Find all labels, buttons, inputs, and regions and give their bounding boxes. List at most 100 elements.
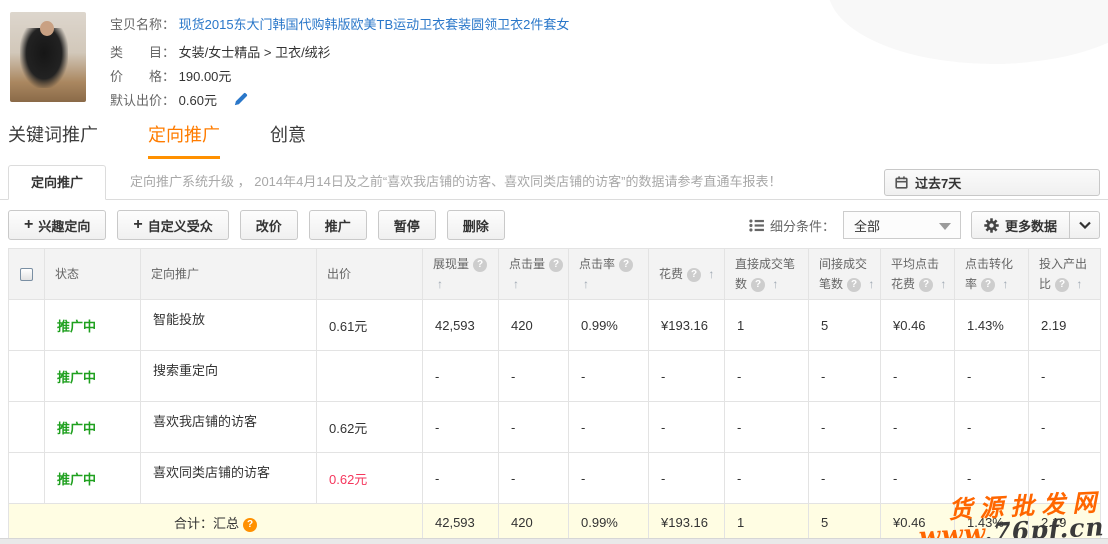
ctr-cell: 0.99% — [568, 299, 649, 351]
col-header-clicks[interactable]: 点击量? ↑ — [498, 248, 569, 300]
col-header-impressions[interactable]: 展现量? ↑ — [422, 248, 499, 300]
bid-cell[interactable]: 0.62元 — [316, 401, 423, 453]
col-header-avg-click-cost[interactable]: 平均点击花费? ↑ — [880, 248, 955, 300]
filter-select[interactable]: 全部 — [842, 211, 961, 239]
cost-cell: - — [648, 401, 725, 453]
help-icon[interactable]: ? — [473, 258, 488, 272]
tab-creative[interactable]: 创意 — [270, 121, 306, 159]
add-interest-targeting-button[interactable]: + 兴趣定向 — [8, 210, 107, 240]
indirect-deals-total: 5 — [808, 503, 881, 541]
ctr-cell: - — [568, 350, 649, 402]
help-icon[interactable]: ? — [751, 278, 766, 292]
summary-row: 合计：汇总? 42,593 420 0.99% ¥193.16 1 5 ¥0.4… — [8, 503, 1101, 541]
product-thumbnail[interactable] — [10, 12, 86, 102]
delete-button[interactable]: 删除 — [446, 210, 505, 240]
avg-click-cost-cell: - — [880, 452, 955, 504]
conversion-rate-total: 1.43% — [954, 503, 1029, 541]
indirect-deals-cell: - — [808, 452, 881, 504]
col-header-conversion-rate[interactable]: 点击转化率? ↑ — [954, 248, 1029, 300]
status-badge: 推广中 — [57, 471, 97, 487]
col-header-ctr[interactable]: 点击率? ↑ — [568, 248, 649, 300]
impressions-cell: 42,593 — [422, 299, 499, 351]
conversion-rate-cell: - — [954, 350, 1029, 402]
indirect-deals-cell: - — [808, 401, 881, 453]
price-label: 价 格： — [110, 69, 176, 84]
category-label: 类 目： — [110, 45, 176, 60]
date-range-label: 过去7天 — [915, 176, 962, 191]
ctr-cell: - — [568, 452, 649, 504]
tab-keyword-promotion[interactable]: 关键词推广 — [8, 121, 98, 159]
help-icon[interactable]: ? — [1055, 278, 1070, 292]
promote-button[interactable]: 推广 — [308, 210, 367, 240]
sort-up-icon: ↑ — [708, 267, 715, 281]
help-icon[interactable]: ? — [243, 517, 257, 532]
roi-cell: - — [1028, 452, 1101, 504]
date-range-button[interactable]: 过去7天 — [884, 169, 1100, 196]
col-header-bid: 出价 — [316, 248, 423, 300]
product-name-link[interactable]: 现货2015东大门韩国代购韩版欧美TB运动卫衣套装圆领卫衣2件套女 — [179, 17, 570, 32]
dropdown-arrow-icon — [938, 223, 951, 230]
direct-deals-cell: - — [724, 452, 809, 504]
sort-up-icon: ↑ — [437, 277, 443, 291]
summary-label-cell: 合计：汇总? — [8, 503, 423, 541]
filter-list-icon — [749, 218, 764, 232]
bid-cell[interactable]: 0.62元 — [316, 452, 423, 504]
clicks-total: 420 — [498, 503, 569, 541]
ctr-cell: - — [568, 401, 649, 453]
help-icon[interactable]: ? — [687, 268, 702, 282]
select-all-checkbox[interactable] — [20, 268, 33, 282]
roi-total: 2.19 — [1028, 503, 1101, 541]
tab-targeted-promotion[interactable]: 定向推广 — [148, 121, 220, 159]
impressions-total: 42,593 — [422, 503, 499, 541]
product-name-label: 宝贝名称： — [110, 17, 176, 32]
toolbar-right: 细分条件： 全部 更多数据 — [749, 211, 1100, 239]
conversion-rate-cell: - — [954, 401, 1029, 453]
direct-deals-cell: - — [724, 350, 809, 402]
sort-up-icon: ↑ — [772, 277, 779, 291]
col-header-indirect-deals[interactable]: 间接成交笔数? ↑ — [808, 248, 881, 300]
subtab-targeted-promotion[interactable]: 定向推广 — [8, 165, 107, 200]
status-badge: 推广中 — [57, 318, 97, 334]
help-icon[interactable]: ? — [981, 278, 996, 292]
edit-bid-icon[interactable] — [233, 92, 248, 114]
col-header-cost[interactable]: 花费? ↑ — [648, 248, 725, 300]
calendar-icon — [895, 176, 908, 189]
avg-click-cost-cell: - — [880, 401, 955, 453]
add-custom-audience-button[interactable]: + 自定义受众 — [117, 210, 229, 240]
bid-cell[interactable] — [316, 350, 423, 402]
row-select-cell — [8, 401, 45, 453]
targeted-promotion-page: 宝贝名称： 现货2015东大门韩国代购韩版欧美TB运动卫衣套装圆领卫衣2件套女 … — [0, 0, 1108, 544]
more-data-caret-button[interactable] — [1069, 212, 1099, 238]
category-value: 女装/女士精品 > 卫衣/绒衫 — [178, 45, 331, 60]
table-row: 推广中 喜欢我店铺的访客 0.62元 - - - - - - - - - — [8, 401, 1101, 453]
conversion-rate-cell: 1.43% — [954, 299, 1029, 351]
conversion-rate-cell: - — [954, 452, 1029, 504]
panel-tab-bar: 定向推广 定向推广系统升级 ， 2014年4月14日及之前“喜欢我店铺的访客、喜… — [0, 165, 1108, 200]
cost-cell: - — [648, 452, 725, 504]
more-data-button[interactable]: 更多数据 — [972, 212, 1069, 238]
main-tabs: 关键词推广 定向推广 创意 — [8, 121, 356, 159]
help-icon[interactable]: ? — [847, 278, 862, 292]
help-icon[interactable]: ? — [919, 278, 934, 292]
col-header-select — [8, 248, 45, 300]
pause-button[interactable]: 暂停 — [377, 210, 436, 240]
help-icon[interactable]: ? — [619, 258, 634, 272]
status-badge: 推广中 — [57, 369, 97, 385]
sort-up-icon: ↑ — [513, 277, 519, 291]
product-info-panel: 宝贝名称： 现货2015东大门韩国代购韩版欧美TB运动卫衣套装圆领卫衣2件套女 … — [10, 12, 569, 114]
impressions-cell: - — [422, 350, 499, 402]
col-header-direct-deals[interactable]: 直接成交笔数? ↑ — [724, 248, 809, 300]
change-bid-button[interactable]: 改价 — [239, 210, 298, 240]
targeting-name: 喜欢我店铺的访客 — [140, 401, 317, 453]
col-header-roi[interactable]: 投入产出比? ↑ — [1028, 248, 1101, 300]
indirect-deals-cell: - — [808, 350, 881, 402]
filter-selected-value: 全部 — [853, 218, 880, 234]
help-icon[interactable]: ? — [549, 258, 564, 272]
cost-cell: ¥193.16 — [648, 299, 725, 351]
targeting-name: 智能投放 — [140, 299, 317, 351]
avg-click-cost-cell: ¥0.46 — [880, 299, 955, 351]
col-header-status: 状态 — [44, 248, 141, 300]
row-select-cell — [8, 299, 45, 351]
row-select-cell — [8, 452, 45, 504]
bid-cell[interactable]: 0.61元 — [316, 299, 423, 351]
